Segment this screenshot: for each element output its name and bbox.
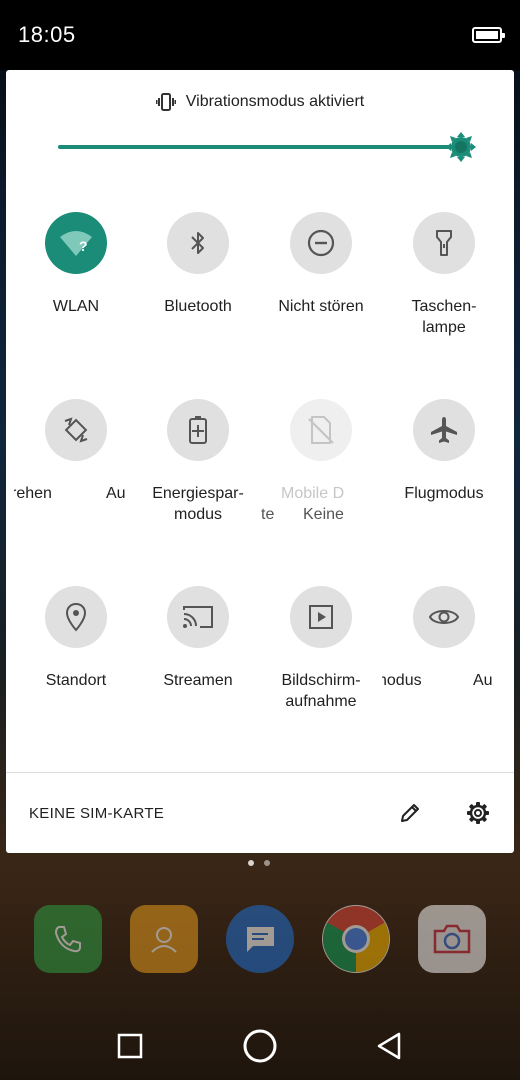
tile-label: Taschen- <box>411 298 477 315</box>
tile-label: Flugmodus <box>404 485 484 502</box>
tile-label: Standort <box>45 672 107 689</box>
brightness-track <box>58 145 458 149</box>
tile-label-part: Keine <box>303 506 344 523</box>
tile-airplane[interactable]: Flugmodus <box>382 399 506 504</box>
tile-do-not-disturb[interactable]: Nicht stören <box>259 212 383 317</box>
tile-label-scrolling: nodus Au <box>382 670 506 716</box>
vibration-mode-label: Vibrationsmodus aktiviert <box>185 93 365 110</box>
tile-label-part: nodus <box>382 672 422 689</box>
tile-battery-saver[interactable]: Energiespar- modus <box>136 399 260 525</box>
tile-cast[interactable]: Streamen <box>136 586 260 691</box>
tile-location[interactable]: Standort <box>14 586 138 691</box>
cast-icon[interactable] <box>167 586 229 648</box>
camera-app-icon[interactable] <box>418 905 486 973</box>
eye-icon[interactable] <box>413 586 475 648</box>
tile-label-part: Au <box>106 485 126 502</box>
ringer-status[interactable]: Vibrationsmodus aktiviert <box>6 90 514 114</box>
tile-auto-rotate[interactable]: rehen Au <box>14 399 138 529</box>
do-not-disturb-icon[interactable] <box>290 212 352 274</box>
auto-rotate-icon[interactable] <box>45 399 107 461</box>
tile-label-line2: aufnahme <box>285 693 357 710</box>
home-button[interactable] <box>242 1028 278 1064</box>
tile-label: Bildschirm- <box>281 672 361 689</box>
tile-wlan[interactable]: ? WLAN <box>14 212 138 317</box>
tile-label-scrolling: Mobile D te Keine <box>259 483 383 529</box>
recents-button[interactable] <box>114 1030 146 1062</box>
status-bar: 18:05 <box>0 0 520 70</box>
messages-app-icon[interactable] <box>226 905 294 973</box>
battery-icon <box>472 27 505 43</box>
back-button[interactable] <box>374 1030 406 1062</box>
bluetooth-icon[interactable] <box>167 212 229 274</box>
chrome-app-icon[interactable] <box>322 905 390 973</box>
tile-flashlight[interactable]: Taschen- lampe <box>382 212 506 338</box>
footer-divider <box>6 772 514 773</box>
wifi-question-icon[interactable]: ? <box>45 212 107 274</box>
navigation-bar <box>0 1010 520 1080</box>
page-indicator <box>248 860 270 866</box>
app-dock <box>0 905 520 975</box>
brightness-icon[interactable] <box>446 132 476 162</box>
brightness-slider[interactable] <box>58 132 478 162</box>
tile-label: Bluetooth <box>164 298 232 315</box>
clock: 18:05 <box>18 22 76 47</box>
vibrate-icon <box>155 93 176 111</box>
tile-label: WLAN <box>52 298 100 315</box>
tile-label-part: te <box>261 506 275 523</box>
flashlight-icon[interactable] <box>413 212 475 274</box>
svg-text:?: ? <box>79 238 88 254</box>
tile-label-scrolling: rehen Au <box>14 483 138 529</box>
screen-record-icon[interactable] <box>290 586 352 648</box>
tile-screen-record[interactable]: Bildschirm- aufnahme <box>259 586 383 712</box>
mobile-data-off-icon[interactable] <box>290 399 352 461</box>
battery-saver-icon[interactable] <box>167 399 229 461</box>
tile-label-line2: modus <box>173 506 223 523</box>
gear-icon[interactable] <box>466 801 490 825</box>
location-icon[interactable] <box>45 586 107 648</box>
tile-label-part: Mobile D <box>281 485 345 502</box>
tile-label-line2: lampe <box>422 319 466 336</box>
sim-status: KEINE SIM-KARTE <box>29 805 165 822</box>
edit-icon[interactable] <box>398 801 422 825</box>
tile-label: Nicht stören <box>278 298 364 315</box>
tile-eye[interactable]: nodus Au <box>382 586 506 716</box>
tile-mobile-data[interactable]: Mobile D te Keine <box>259 399 383 529</box>
quick-settings-panel: Vibrationsmodus aktiviert ? WLAN Bluetoo… <box>6 70 514 853</box>
tile-label-part: Au <box>473 672 493 689</box>
contacts-app-icon[interactable] <box>130 905 198 973</box>
tile-label: Energiespar- <box>152 485 244 502</box>
phone-app-icon[interactable] <box>34 905 102 973</box>
tile-bluetooth[interactable]: Bluetooth <box>136 212 260 317</box>
airplane-icon[interactable] <box>413 399 475 461</box>
tile-label-part: rehen <box>14 485 52 502</box>
tile-label: Streamen <box>163 672 233 689</box>
